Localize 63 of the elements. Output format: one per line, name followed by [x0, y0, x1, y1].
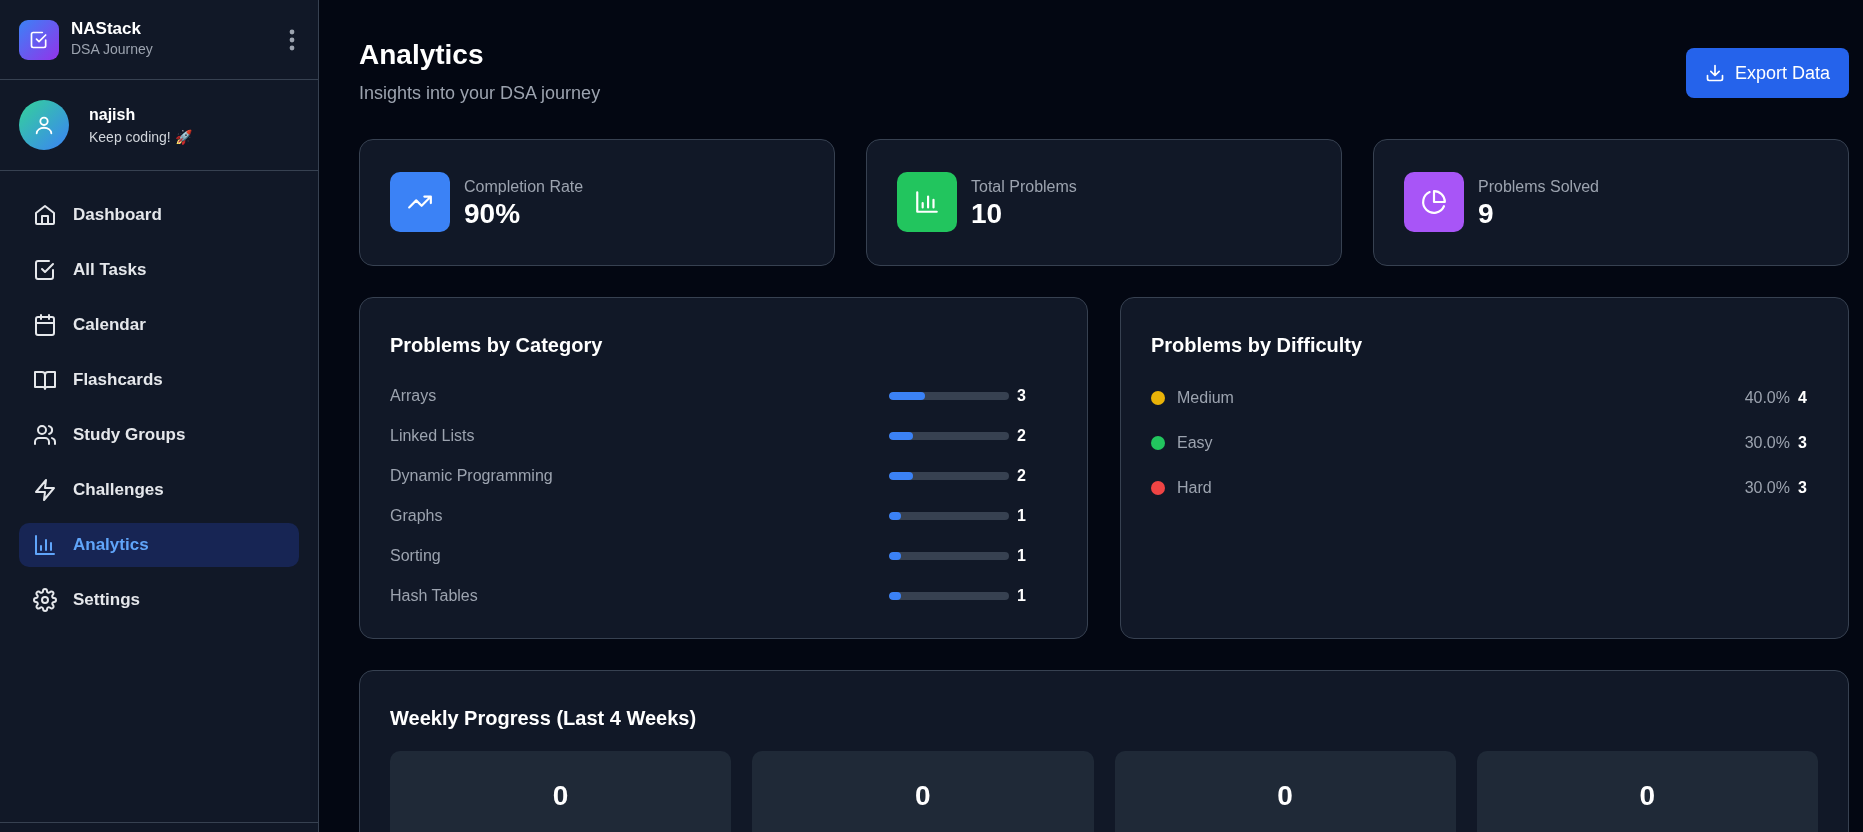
sidebar-item[interactable]: Analytics — [19, 523, 299, 567]
brand-tagline: DSA Journey — [71, 40, 153, 60]
stat-value: 9 — [1478, 198, 1495, 230]
category-name: Graphs — [390, 505, 444, 526]
category-name: Linked Lists — [390, 425, 476, 446]
difficulty-percent: 30.0% — [1744, 478, 1790, 499]
sidebar-item[interactable]: Dashboard — [19, 193, 299, 237]
sidebar-item[interactable]: Challenges — [19, 468, 299, 512]
home-icon — [33, 203, 57, 227]
users-icon — [33, 423, 57, 447]
difficulty-count: 4 — [1798, 388, 1808, 409]
category-count: 3 — [1017, 386, 1026, 404]
week-value: 0 — [914, 778, 932, 813]
lightning-icon — [33, 478, 57, 502]
category-name: Dynamic Programming — [390, 465, 554, 486]
difficulty-count: 3 — [1798, 478, 1808, 499]
stat-label: Total Problems — [971, 176, 1077, 197]
week-value: 0 — [551, 778, 570, 813]
download-icon — [1704, 63, 1725, 83]
book-icon — [33, 368, 57, 392]
category-name: Arrays — [390, 385, 438, 406]
difficulty-name: Easy — [1177, 433, 1214, 454]
sidebar-item[interactable]: Flashcards — [19, 358, 299, 402]
stat-label: Problems Solved — [1478, 176, 1599, 197]
category-name: Sorting — [390, 545, 442, 566]
page-subtitle: Insights into your DSA journey — [359, 81, 601, 105]
bar-chart-icon — [33, 533, 57, 557]
panel-title: Problems by Category — [390, 332, 604, 358]
brand-name: NAStack — [71, 18, 142, 40]
export-button[interactable]: Export Data — [1685, 48, 1849, 98]
difficulty-percent: 40.0% — [1744, 388, 1790, 409]
panel-title: Problems by Difficulty — [1151, 332, 1364, 358]
difficulty-name: Medium — [1177, 388, 1235, 409]
user-status: Keep coding! 🚀 — [89, 127, 192, 147]
week-value: 0 — [1638, 778, 1657, 813]
category-count: 1 — [1017, 506, 1026, 524]
checkbox-icon — [33, 258, 57, 282]
sidebar-item[interactable]: Settings — [19, 578, 299, 622]
sidebar-item[interactable]: All Tasks — [19, 248, 299, 292]
sidebar-item[interactable]: Calendar — [19, 303, 299, 347]
category-count: 2 — [1017, 426, 1026, 444]
difficulty-count: 3 — [1798, 433, 1808, 454]
sidebar-item[interactable]: Study Groups — [19, 413, 299, 457]
category-count: 1 — [1017, 546, 1026, 564]
category-count: 1 — [1017, 586, 1026, 604]
calendar-icon — [33, 313, 57, 337]
difficulty-name: Hard — [1177, 478, 1213, 499]
stat-value: 90% — [464, 198, 522, 230]
week-value: 0 — [1276, 778, 1294, 813]
more-options-icon[interactable] — [289, 28, 295, 51]
user-icon — [33, 114, 55, 136]
bar-chart-icon — [914, 189, 940, 216]
stat-label: Completion Rate — [464, 176, 584, 197]
panel-title: Weekly Progress (Last 4 Weeks) — [390, 705, 698, 731]
pie-chart-icon — [1421, 189, 1447, 216]
page-title: Analytics — [359, 38, 485, 72]
stat-value: 10 — [971, 198, 1004, 230]
category-name: Hash Tables — [390, 585, 479, 606]
checkbox-icon — [29, 29, 49, 50]
settings-icon — [33, 588, 57, 612]
category-count: 2 — [1017, 466, 1026, 484]
difficulty-percent: 30.0% — [1744, 433, 1790, 454]
user-name: najish — [89, 104, 137, 125]
